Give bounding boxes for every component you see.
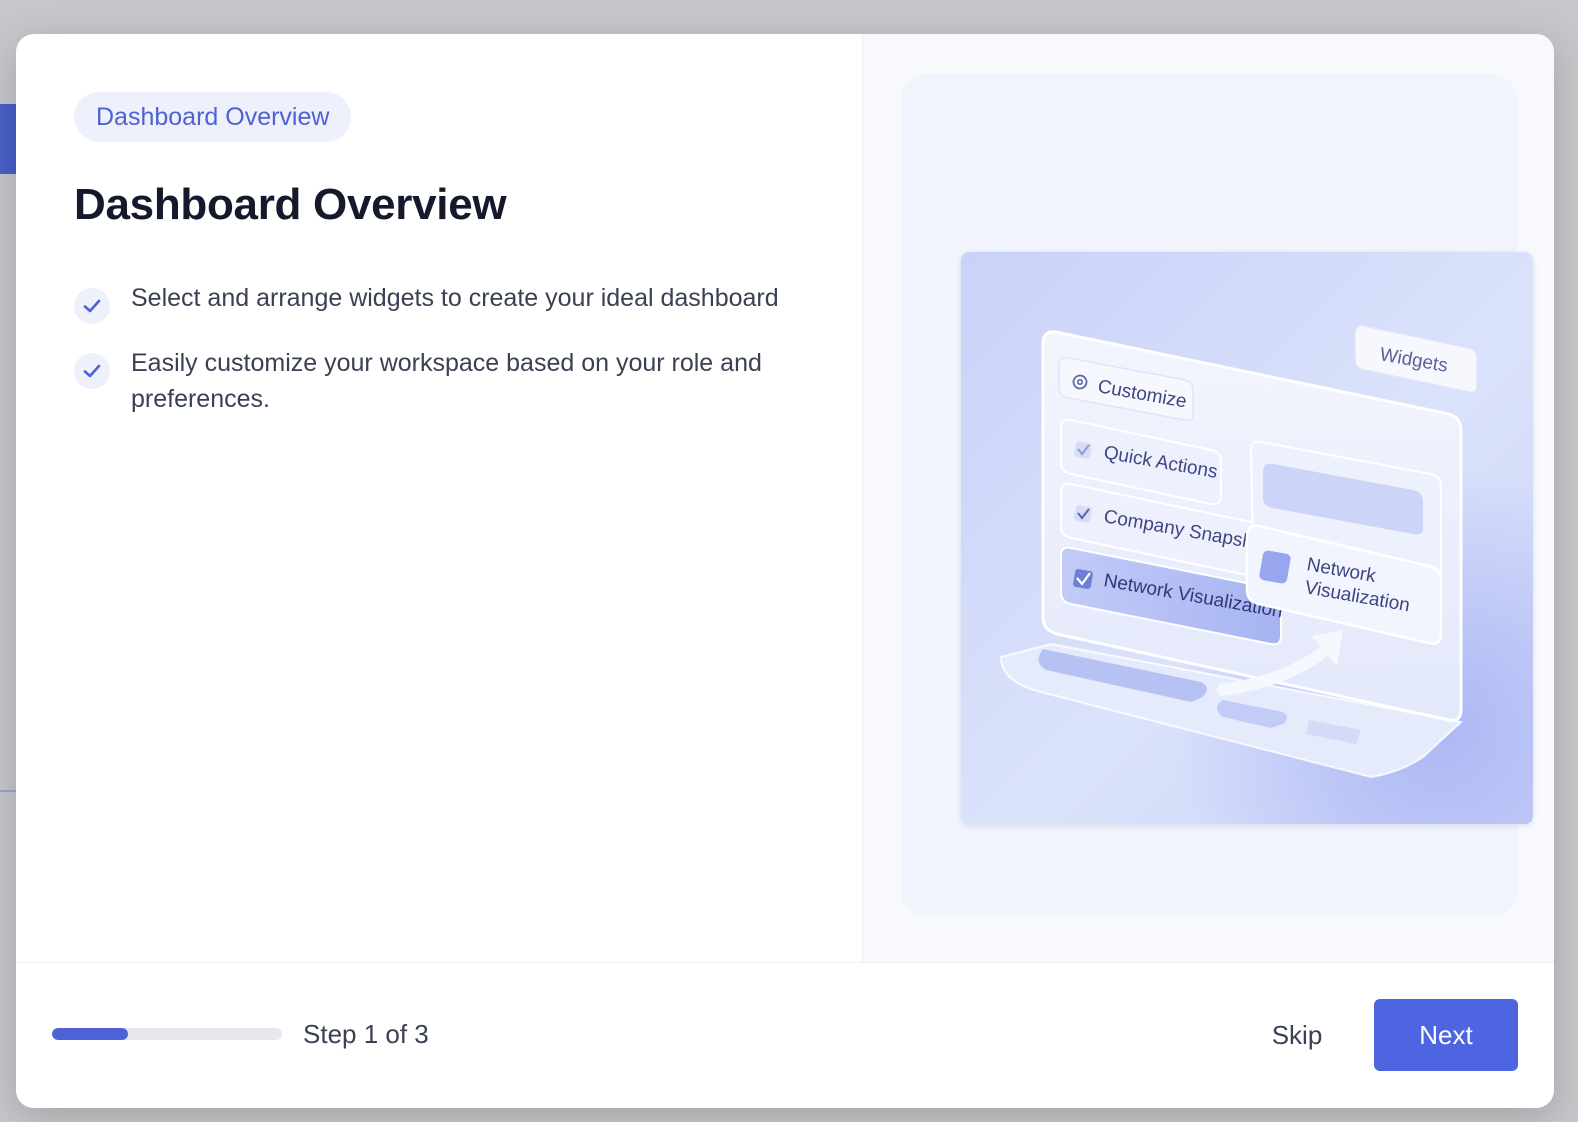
- feature-list: Select and arrange widgets to create you…: [74, 280, 814, 438]
- feature-text: Easily customize your workspace based on…: [131, 349, 762, 413]
- progress-fill: [52, 1028, 128, 1040]
- feature-item: Easily customize your workspace based on…: [74, 345, 814, 417]
- modal-footer: Step 1 of 3 Skip Next: [16, 962, 1554, 1108]
- skip-button[interactable]: Skip: [1252, 999, 1342, 1071]
- illustration-frame: Customize Widgets Quick Actions Company …: [901, 74, 1533, 916]
- check-icon: [74, 353, 110, 389]
- next-button[interactable]: Next: [1374, 999, 1518, 1071]
- section-pill: Dashboard Overview: [74, 92, 352, 142]
- dashboard-illustration: Customize Widgets Quick Actions Company …: [961, 252, 1533, 824]
- modal-content: Dashboard Overview Dashboard Overview Se…: [16, 34, 862, 962]
- step-indicator: Step 1 of 3: [303, 1019, 429, 1049]
- backdrop-sidebar-accent: [0, 104, 16, 174]
- check-icon: [74, 288, 110, 324]
- modal-title: Dashboard Overview: [74, 180, 507, 229]
- progress-bar: [52, 1028, 282, 1040]
- feature-text: Select and arrange widgets to create you…: [131, 284, 779, 312]
- backdrop-divider: [0, 790, 16, 792]
- feature-item: Select and arrange widgets to create you…: [74, 280, 814, 324]
- onboarding-modal: Dashboard Overview Dashboard Overview Se…: [16, 34, 1554, 1108]
- illustration-panel: Customize Widgets Quick Actions Company …: [862, 34, 1554, 962]
